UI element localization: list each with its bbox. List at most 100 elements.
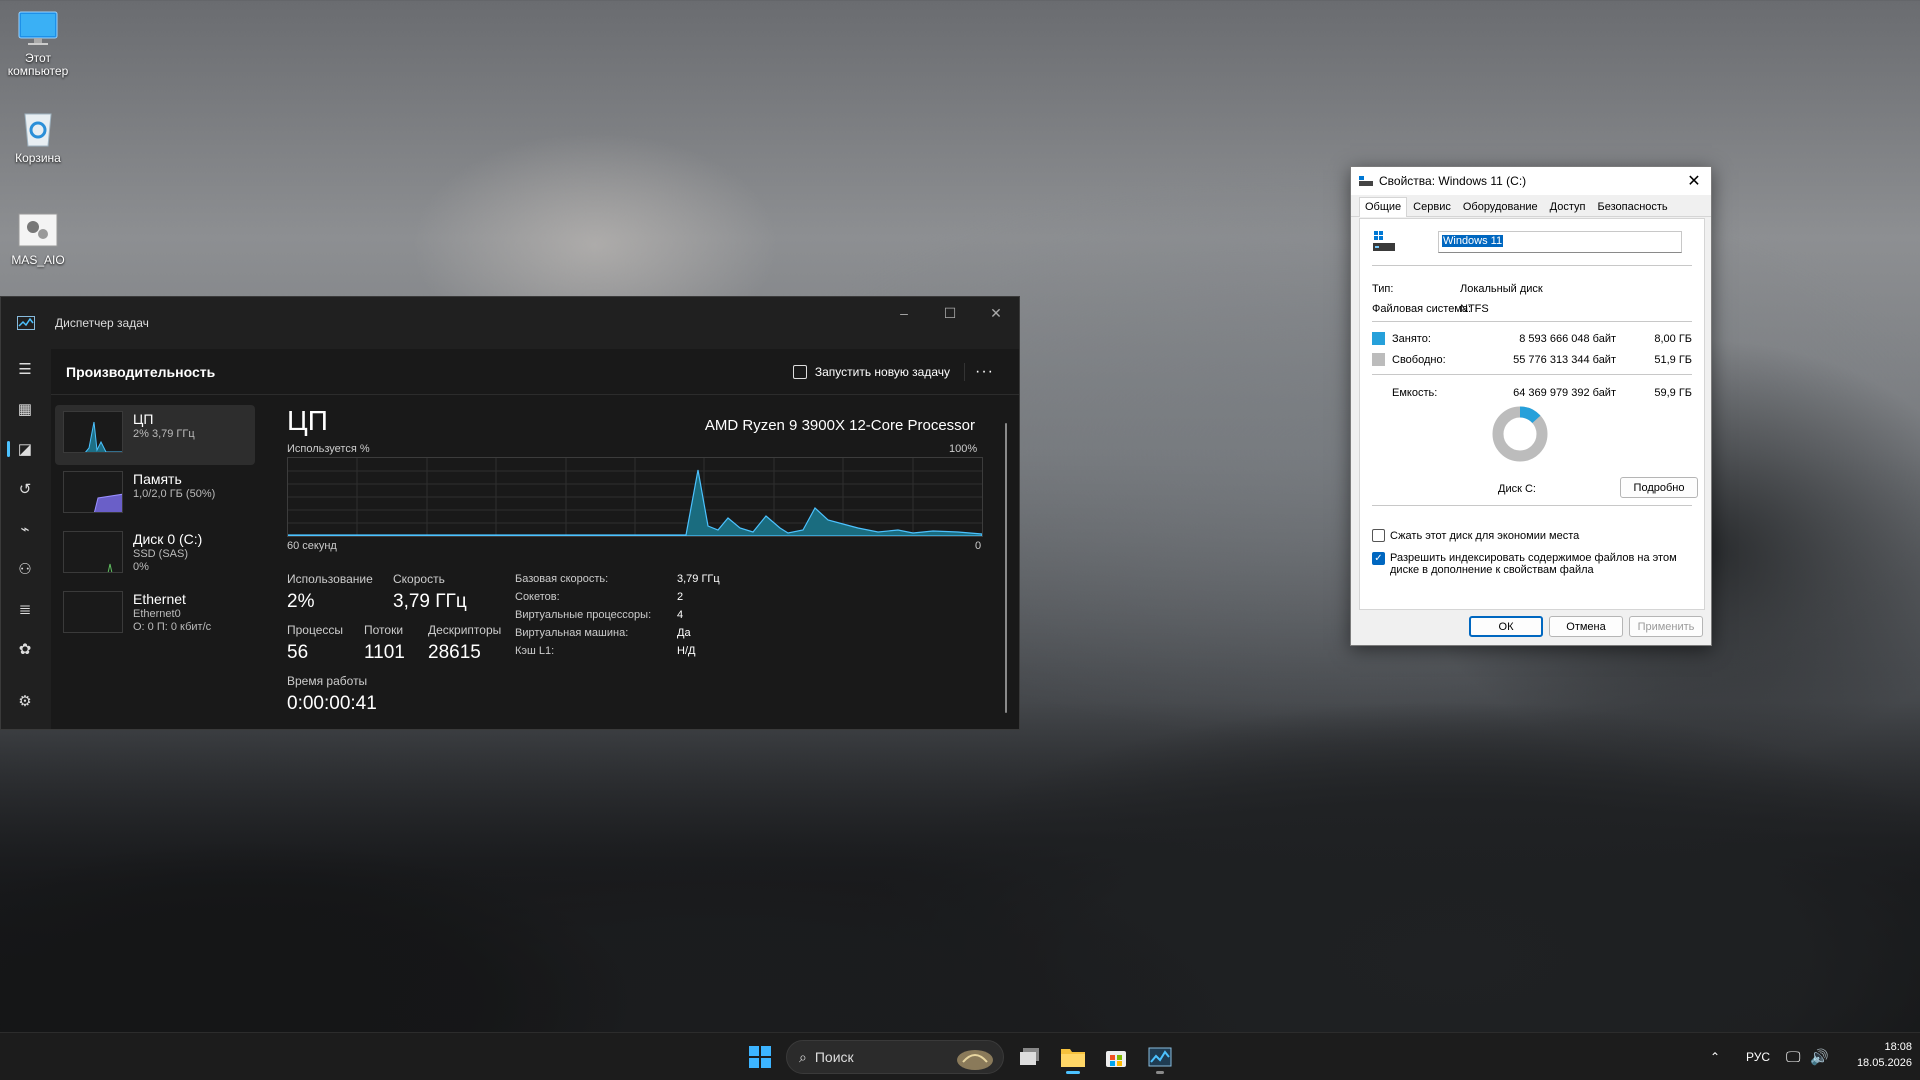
tab-tools[interactable]: Сервис: [1407, 197, 1457, 216]
users-icon[interactable]: ⚇: [1, 549, 49, 589]
max-axis-label: 100%: [949, 443, 978, 455]
run-new-task-button[interactable]: Запустить новую задачу: [792, 364, 950, 379]
services-icon[interactable]: ✿: [1, 629, 49, 669]
file-explorer-button[interactable]: [1053, 1039, 1093, 1075]
tab-strip: Общие Сервис Оборудование Доступ Безопас…: [1351, 195, 1711, 217]
free-bytes: 55 776 313 344 байт: [1513, 354, 1616, 366]
chevron-up-icon: ⌃: [1710, 1050, 1721, 1064]
capacity-label: Емкость:: [1392, 387, 1438, 399]
more-options-button[interactable]: ···: [964, 362, 1004, 381]
desktop-icon-recycle-bin[interactable]: Корзина: [0, 108, 76, 165]
store-icon: [1106, 1051, 1126, 1067]
general-panel: Windows 11 Тип: Локальный диск Файловая …: [1359, 218, 1705, 610]
threads-label: Потоки: [364, 623, 404, 637]
resource-sub2: О: 0 П: 0 кбит/с: [133, 621, 212, 633]
free-space-swatch: [1372, 353, 1385, 366]
info-label: Сокетов:: [515, 591, 560, 603]
resource-sub: Ethernet0: [133, 608, 181, 620]
language-indicator[interactable]: РУС: [1746, 1033, 1770, 1080]
volume-name-input[interactable]: Windows 11: [1438, 231, 1682, 253]
taskbar: ⌕ Поиск ⌃ РУС 🖵 🔊 18:08 18.05.2026: [0, 1032, 1920, 1080]
nav-rail: ☰ ▦ ◪ ↺ ⌁ ⚇ ≣ ✿ ⚙: [1, 349, 49, 729]
tab-security[interactable]: Безопасность: [1591, 197, 1673, 216]
window-title: Диспетчер задач: [55, 316, 149, 330]
cancel-button[interactable]: Отмена: [1549, 616, 1623, 637]
app-history-icon[interactable]: ↺: [1, 469, 49, 509]
resource-item-cpu[interactable]: ЦП 2% 3,79 ГГц: [55, 405, 255, 465]
utilization-value: 2%: [287, 591, 315, 612]
divider: [1372, 374, 1692, 375]
free-gb: 51,9 ГБ: [1654, 354, 1692, 366]
resource-sub: SSD (SAS): [133, 548, 189, 560]
memory-thumbnail-graph: [63, 471, 123, 513]
desktop-icon-label: MAS_AIO: [11, 253, 65, 267]
tab-sharing[interactable]: Доступ: [1544, 197, 1592, 216]
tab-hardware[interactable]: Оборудование: [1457, 197, 1544, 216]
performance-pane: Производительность Запустить новую задач…: [51, 349, 1019, 729]
compress-checkbox[interactable]: [1372, 529, 1385, 542]
index-label: Разрешить индексировать содержимое файло…: [1390, 552, 1677, 576]
clock-time: 18:08: [1884, 1041, 1912, 1053]
desktop-icon-mas-aio[interactable]: MAS_AIO: [0, 210, 76, 267]
startup-apps-icon[interactable]: ⌁: [1, 509, 49, 549]
performance-icon[interactable]: ◪: [1, 429, 49, 469]
task-manager-taskbar-button[interactable]: [1140, 1039, 1180, 1075]
settings-gear-icon[interactable]: ⚙: [1, 681, 49, 721]
store-button[interactable]: [1096, 1039, 1136, 1075]
task-view-button[interactable]: [1010, 1039, 1050, 1075]
details-button[interactable]: Подробно: [1620, 477, 1698, 498]
speed-label: Скорость: [393, 572, 445, 586]
resource-name: ЦП: [133, 411, 154, 427]
resource-name: Ethernet: [133, 591, 186, 607]
resource-item-ethernet[interactable]: Ethernet Ethernet0 О: 0 П: 0 кбит/с: [55, 585, 255, 645]
processor-name: AMD Ryzen 9 3900X 12-Core Processor: [704, 417, 975, 434]
close-button[interactable]: ✕: [973, 297, 1019, 329]
page-header: Производительность Запустить новую задач…: [51, 349, 1019, 395]
resource-sub: 1,0/2,0 ГБ (50%): [133, 488, 216, 500]
resource-item-disk[interactable]: Диск 0 (C:) SSD (SAS) 0%: [55, 525, 255, 585]
info-value: 3,79 ГГц: [677, 573, 720, 585]
minimize-button[interactable]: –: [881, 297, 927, 329]
monitor-icon: [16, 8, 60, 48]
show-hidden-icons-button[interactable]: ⌃: [1710, 1033, 1720, 1080]
close-button[interactable]: ✕: [1677, 167, 1711, 195]
processes-icon[interactable]: ▦: [1, 389, 49, 429]
resource-name: Диск 0 (C:): [133, 531, 203, 547]
info-value: Н/Д: [677, 645, 696, 657]
hamburger-menu-icon[interactable]: ☰: [1, 349, 49, 389]
ok-button[interactable]: ОК: [1469, 616, 1543, 637]
tab-general[interactable]: Общие: [1359, 197, 1408, 217]
divider: [1372, 321, 1692, 322]
clock[interactable]: 18:08 18.05.2026: [1836, 1039, 1912, 1071]
info-value: 2: [677, 591, 684, 603]
resource-list: ЦП 2% 3,79 ГГц Память 1,0/2,0 ГБ (50%) Д…: [51, 405, 259, 645]
disk-thumbnail-graph: [63, 531, 123, 573]
processes-label: Процессы: [287, 623, 344, 637]
resource-item-memory[interactable]: Память 1,0/2,0 ГБ (50%): [55, 465, 255, 525]
index-checkbox[interactable]: ✓: [1372, 552, 1385, 565]
type-label: Тип:: [1372, 283, 1394, 295]
volume-name-value: Windows 11: [1442, 235, 1504, 247]
info-value: Да: [677, 627, 691, 639]
utilization-label: Использование: [287, 572, 373, 586]
zero-axis-label: 0: [975, 540, 982, 552]
divider: [1372, 505, 1692, 506]
info-label: Виртуальная машина:: [515, 627, 629, 639]
used-bytes: 8 593 666 048 байт: [1519, 333, 1616, 345]
used-space-swatch: [1372, 332, 1385, 345]
scrollbar[interactable]: [1005, 423, 1007, 713]
apply-button[interactable]: Применить: [1629, 616, 1703, 637]
compress-label: Сжать этот диск для экономии места: [1390, 530, 1580, 542]
disk-usage-donut: [1492, 406, 1548, 462]
volume-icon[interactable]: 🔊: [1810, 1033, 1829, 1080]
maximize-button[interactable]: ☐: [927, 297, 973, 329]
run-new-task-label: Запустить новую задачу: [814, 364, 950, 379]
network-icon[interactable]: 🖵: [1786, 1033, 1800, 1080]
details-icon[interactable]: ≣: [1, 589, 49, 629]
dialog-title: Свойства: Windows 11 (C:): [1379, 174, 1527, 188]
desktop-icon-this-pc[interactable]: Этот компьютер: [0, 8, 76, 78]
used-gb: 8,00 ГБ: [1654, 333, 1692, 345]
search-box[interactable]: ⌕ Поиск: [786, 1040, 1004, 1074]
processes-value: 56: [287, 642, 309, 663]
start-button[interactable]: [740, 1039, 780, 1075]
